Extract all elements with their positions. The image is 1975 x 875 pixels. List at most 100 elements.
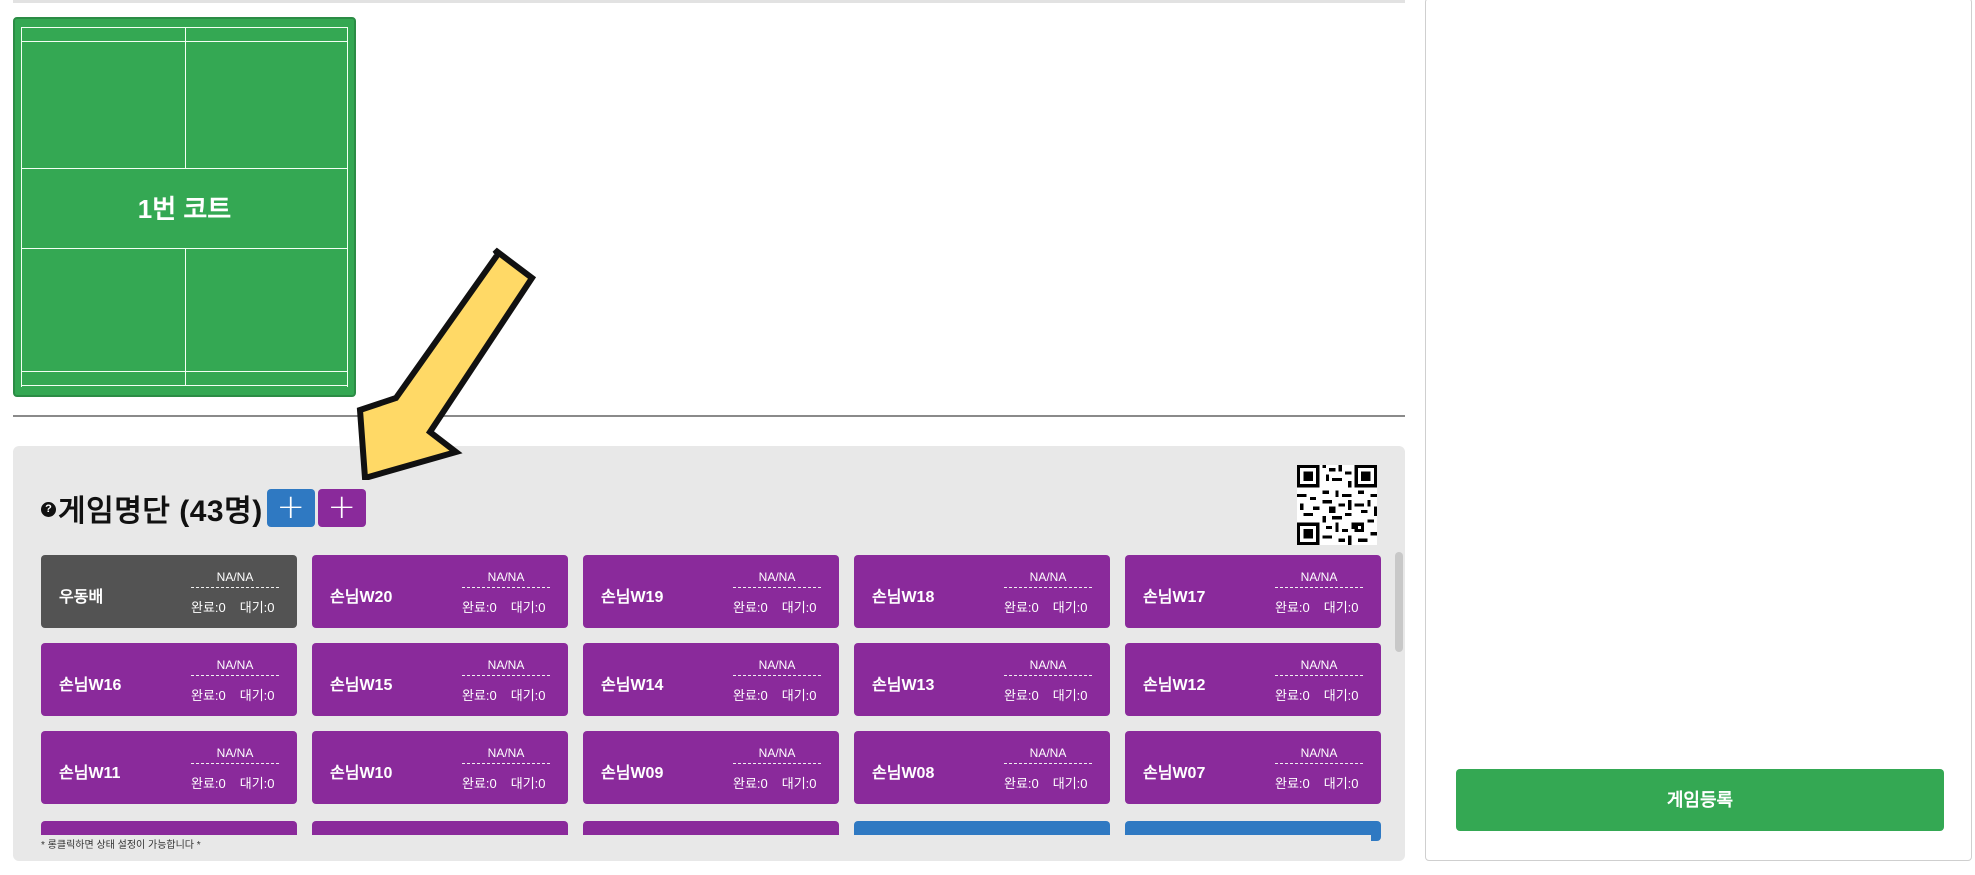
player-stats: 완료:0 대기:0 bbox=[1004, 773, 1088, 792]
player-card[interactable]: 손님W13 NA/NA 완료:0 대기:0 bbox=[854, 643, 1110, 716]
player-score: NA/NA bbox=[462, 658, 550, 676]
waiting-count: 대기:0 bbox=[239, 600, 275, 615]
player-name: 손님W10 bbox=[330, 765, 393, 782]
completed-count: 완료:0 bbox=[1004, 776, 1039, 791]
player-name: 손님W17 bbox=[1143, 589, 1206, 606]
completed-count: 완료:0 bbox=[462, 600, 497, 615]
player-score: NA/NA bbox=[733, 658, 821, 676]
player-stats: 완료:0 대기:0 bbox=[1275, 773, 1359, 792]
player-card[interactable]: 손님W09 NA/NA 완료:0 대기:0 bbox=[583, 731, 839, 804]
player-card[interactable]: 손님W17 NA/NA 완료:0 대기:0 bbox=[1125, 555, 1381, 628]
waiting-count: 대기:0 bbox=[1052, 776, 1088, 791]
waiting-count: 대기:0 bbox=[1052, 600, 1088, 615]
game-list-title: 게임명단 (43명) bbox=[58, 495, 263, 528]
completed-count: 완료:0 bbox=[1004, 688, 1039, 703]
player-card[interactable]: 손님W19 NA/NA 완료:0 대기:0 bbox=[583, 555, 839, 628]
completed-count: 완료:0 bbox=[462, 688, 497, 703]
player-score: NA/NA bbox=[733, 746, 821, 764]
player-name: 손님W19 bbox=[601, 589, 664, 606]
game-list-header: ? 게임명단 (43명) + + bbox=[41, 486, 366, 530]
game-register-panel: 게임등록 bbox=[1425, 0, 1972, 861]
player-stats: 완료:0 대기:0 bbox=[191, 685, 275, 704]
player-name: 손님W16 bbox=[59, 677, 122, 694]
player-stats: 완료:0 대기:0 bbox=[462, 773, 546, 792]
player-card[interactable]: 손님W18 NA/NA 완료:0 대기:0 bbox=[854, 555, 1110, 628]
waiting-count: 대기:0 bbox=[781, 776, 817, 791]
player-name: 손님W12 bbox=[1143, 677, 1206, 694]
completed-count: 완료:0 bbox=[1275, 600, 1310, 615]
player-stats: 완료:0 대기:0 bbox=[733, 685, 817, 704]
completed-count: 완료:0 bbox=[462, 776, 497, 791]
player-card[interactable]: 손님W07 NA/NA 완료:0 대기:0 bbox=[1125, 731, 1381, 804]
player-card[interactable]: 우동배 NA/NA 완료:0 대기:0 bbox=[41, 555, 297, 628]
player-card[interactable]: 손님W14 NA/NA 완료:0 대기:0 bbox=[583, 643, 839, 716]
player-stats: 완료:0 대기:0 bbox=[1004, 597, 1088, 616]
player-score: NA/NA bbox=[191, 658, 279, 676]
court-label: 1번 코트 bbox=[137, 194, 232, 224]
register-game-button[interactable]: 게임등록 bbox=[1456, 769, 1944, 831]
player-score: NA/NA bbox=[462, 746, 550, 764]
section-divider bbox=[13, 415, 1405, 417]
player-name: 손님W13 bbox=[872, 677, 935, 694]
annotation-arrow bbox=[356, 247, 537, 480]
player-list-scrollbar[interactable] bbox=[1395, 552, 1403, 652]
completed-count: 완료:0 bbox=[191, 688, 226, 703]
completed-count: 완료:0 bbox=[191, 600, 226, 615]
player-card[interactable]: 손님W12 NA/NA 완료:0 대기:0 bbox=[1125, 643, 1381, 716]
waiting-count: 대기:0 bbox=[781, 688, 817, 703]
add-guest-button[interactable]: + bbox=[317, 489, 366, 527]
player-stats: 완료:0 대기:0 bbox=[191, 773, 275, 792]
completed-count: 완료:0 bbox=[1275, 688, 1310, 703]
waiting-count: 대기:0 bbox=[239, 688, 275, 703]
player-score: NA/NA bbox=[1004, 570, 1092, 588]
completed-count: 완료:0 bbox=[1275, 776, 1310, 791]
court-line bbox=[185, 248, 186, 386]
player-stats: 완료:0 대기:0 bbox=[733, 597, 817, 616]
player-name: 손님W20 bbox=[330, 589, 393, 606]
waiting-count: 대기:0 bbox=[781, 600, 817, 615]
completed-count: 완료:0 bbox=[733, 688, 768, 703]
player-score: NA/NA bbox=[191, 746, 279, 764]
top-divider bbox=[13, 0, 1405, 3]
waiting-count: 대기:0 bbox=[510, 688, 546, 703]
player-grid: 우동배 NA/NA 완료:0 대기:0 손님W20 NA/NA 완료:0 대기:0 손님W19 N… bbox=[41, 555, 1381, 804]
app-screen: 1번 코트 ? 게임명단 (43명) + + 우동배 NA/NA 완료:0 대기… bbox=[0, 0, 1975, 875]
waiting-count: 대기:0 bbox=[1323, 600, 1359, 615]
player-card[interactable]: 손님W20 NA/NA 완료:0 대기:0 bbox=[312, 555, 568, 628]
waiting-count: 대기:0 bbox=[239, 776, 275, 791]
completed-count: 완료:0 bbox=[733, 600, 768, 615]
player-score: NA/NA bbox=[1275, 746, 1363, 764]
player-stats: 완료:0 대기:0 bbox=[733, 773, 817, 792]
game-list-panel: ? 게임명단 (43명) + + 우동배 NA/NA 완료:0 대기:0 손님W… bbox=[13, 446, 1405, 861]
player-name: 손님W14 bbox=[601, 677, 664, 694]
player-score: NA/NA bbox=[1275, 570, 1363, 588]
player-card[interactable]: 손님W11 NA/NA 완료:0 대기:0 bbox=[41, 731, 297, 804]
player-score: NA/NA bbox=[191, 570, 279, 588]
add-player-button[interactable]: + bbox=[266, 489, 315, 527]
player-score: NA/NA bbox=[1004, 746, 1092, 764]
long-click-note: * 롱클릭하면 상태 설정이 가능합니다 * bbox=[41, 835, 1371, 861]
player-name: 손님W15 bbox=[330, 677, 393, 694]
player-score: NA/NA bbox=[733, 570, 821, 588]
court-1[interactable]: 1번 코트 bbox=[13, 17, 356, 397]
waiting-count: 대기:0 bbox=[1052, 688, 1088, 703]
court-line bbox=[185, 27, 186, 169]
player-score: NA/NA bbox=[1004, 658, 1092, 676]
player-name: 우동배 bbox=[59, 589, 104, 606]
player-score: NA/NA bbox=[462, 570, 550, 588]
player-name: 손님W18 bbox=[872, 589, 935, 606]
player-name: 손님W08 bbox=[872, 765, 935, 782]
player-score: NA/NA bbox=[1275, 658, 1363, 676]
player-stats: 완료:0 대기:0 bbox=[1004, 685, 1088, 704]
waiting-count: 대기:0 bbox=[1323, 688, 1359, 703]
player-stats: 완료:0 대기:0 bbox=[1275, 597, 1359, 616]
player-card[interactable]: 손님W08 NA/NA 완료:0 대기:0 bbox=[854, 731, 1110, 804]
player-name: 손님W07 bbox=[1143, 765, 1206, 782]
player-card[interactable]: 손님W16 NA/NA 완료:0 대기:0 bbox=[41, 643, 297, 716]
question-circle-icon[interactable]: ? bbox=[41, 501, 56, 517]
player-name: 손님W11 bbox=[59, 765, 121, 782]
waiting-count: 대기:0 bbox=[510, 776, 546, 791]
player-card[interactable]: 손님W15 NA/NA 완료:0 대기:0 bbox=[312, 643, 568, 716]
qr-code-icon bbox=[1297, 465, 1377, 545]
player-card[interactable]: 손님W10 NA/NA 완료:0 대기:0 bbox=[312, 731, 568, 804]
